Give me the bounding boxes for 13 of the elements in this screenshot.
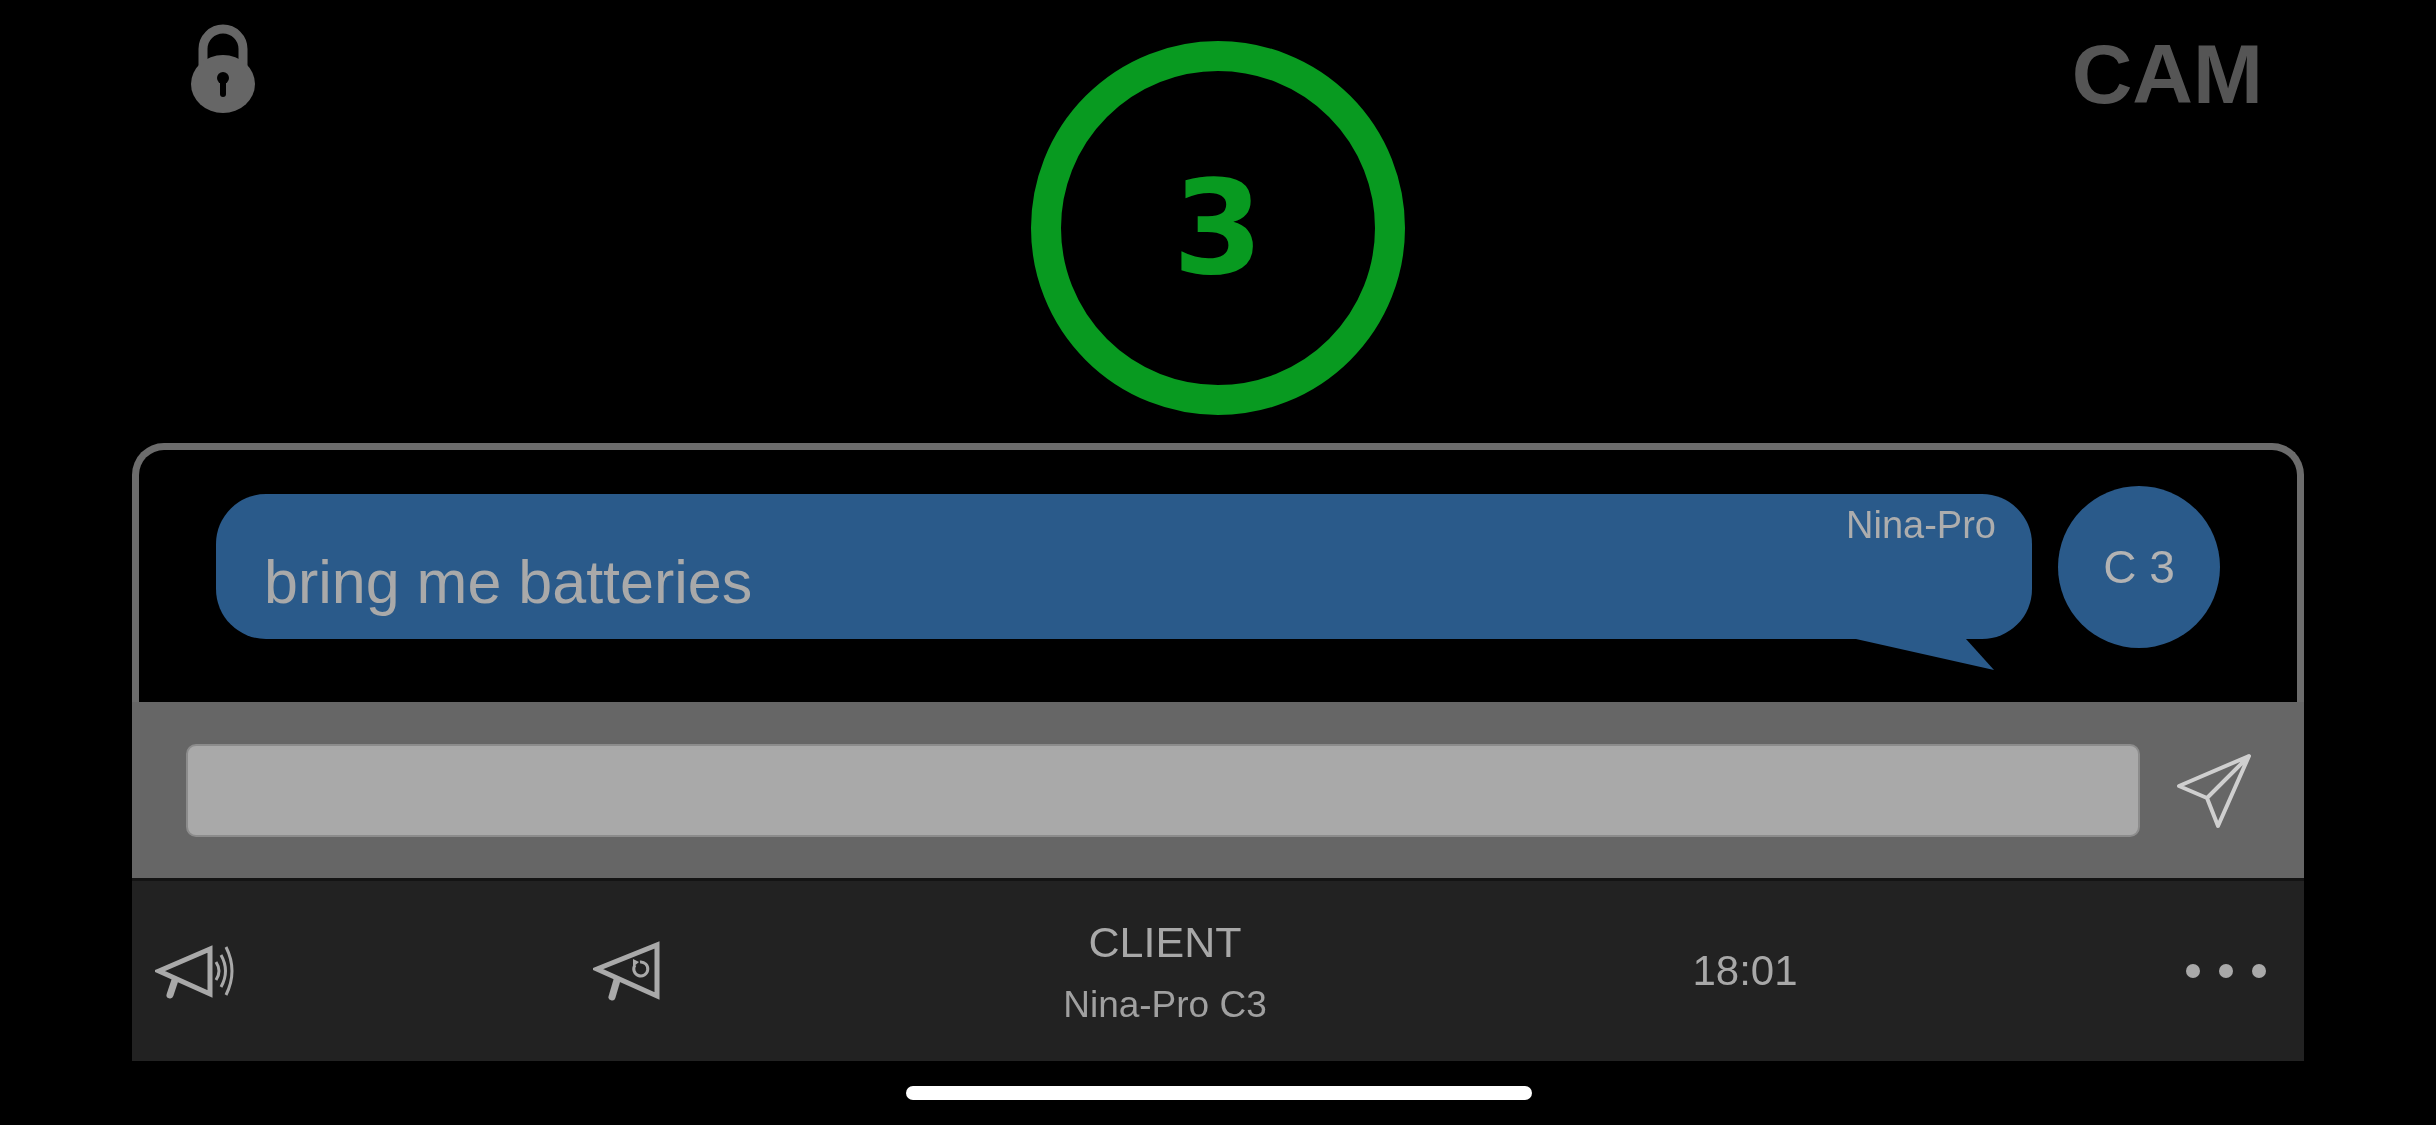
more-icon[interactable]	[2185, 963, 2267, 979]
device-name: Nina-Pro C3	[1063, 982, 1267, 1026]
countdown-ring: 3	[1031, 41, 1405, 415]
avatar-circle: C 3	[2058, 486, 2220, 648]
message-text: bring me batteries	[264, 547, 753, 617]
lock-icon[interactable]	[191, 24, 255, 113]
send-icon[interactable]	[2176, 751, 2253, 829]
mode-title: CLIENT	[1088, 916, 1242, 967]
time-label: 18:01	[1692, 947, 1798, 995]
cam-button[interactable]: CAM	[2071, 32, 2263, 116]
megaphone-refresh-icon[interactable]	[593, 941, 661, 1001]
message-input[interactable]	[186, 743, 2140, 837]
sender-name: Nina-Pro	[1846, 503, 1996, 547]
